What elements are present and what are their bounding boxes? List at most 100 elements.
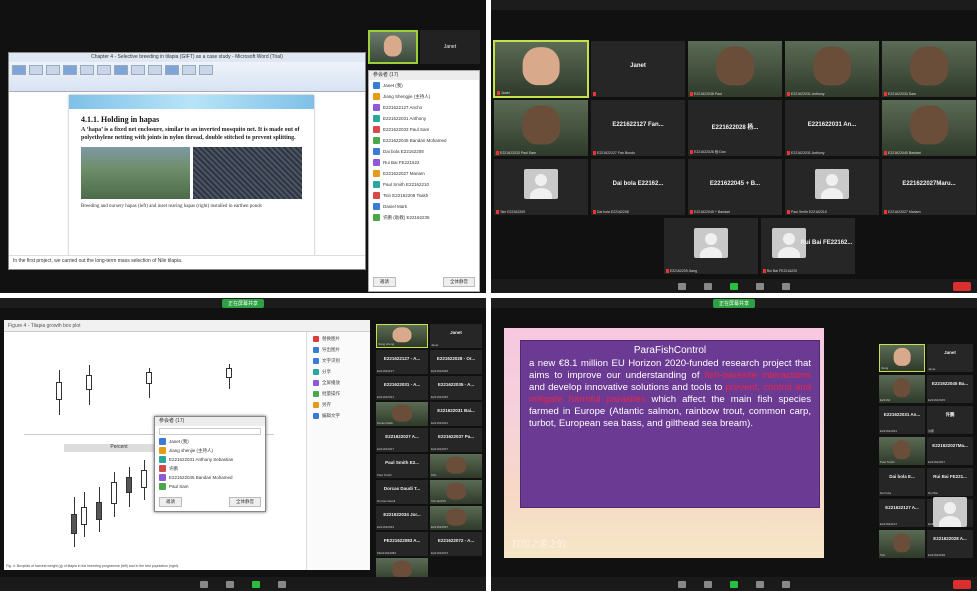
video-tile[interactable]: Rui Bai FE221... Rui Bai — [927, 468, 973, 496]
participant-row[interactable]: E221622127 Ancho — [369, 102, 479, 113]
chat-icon[interactable] — [782, 282, 790, 290]
video-tile[interactable]: Daniel Mark — [376, 402, 428, 426]
video-tile[interactable]: Tsin E22162209 — [493, 158, 589, 216]
participant-row[interactable]: Dai bola E22162208 — [369, 146, 479, 157]
invite-button[interactable]: 邀请 — [159, 497, 182, 507]
participants-icon[interactable] — [756, 282, 764, 290]
viewer-menu-item[interactable]: 替换图片 — [307, 332, 370, 343]
viewer-menu-item[interactable]: 导出图片 — [307, 343, 370, 354]
video-tile[interactable]: E221622027Maru... E221622027 Mariam — [881, 158, 977, 216]
mute-all-button[interactable]: 全体静音 — [229, 497, 261, 507]
participant-row[interactable]: Jiang Shengjie (主持人) — [369, 91, 479, 102]
participant-row[interactable]: Rui Bai FE221622 — [369, 157, 479, 168]
ribbon-button[interactable] — [46, 65, 60, 75]
viewer-menu-item[interactable]: 编辑文字 — [307, 409, 370, 420]
video-tile[interactable]: E221622127 - A... E221622127 — [376, 350, 428, 374]
video-tile[interactable]: E221622027Ma... E221622027 — [927, 437, 973, 465]
ribbon-button[interactable] — [97, 65, 111, 75]
record-icon[interactable] — [782, 580, 790, 588]
video-tile[interactable]: E22162 — [879, 375, 925, 403]
mic-icon[interactable] — [678, 282, 686, 290]
video-tile[interactable]: Tsin — [430, 454, 482, 478]
video-tile[interactable]: E2216 — [927, 496, 973, 527]
participant-row[interactable]: E221622045 Bandari Mohamed — [155, 473, 265, 482]
participant-row[interactable]: E221622031 Anthony — [369, 113, 479, 124]
video-tile[interactable]: Paul Smith E2... Paul Smith — [376, 454, 428, 478]
office-button-icon[interactable] — [12, 65, 26, 75]
ribbon-button[interactable] — [165, 65, 179, 75]
video-tile[interactable]: PE221622083 A... PE221622083 — [376, 532, 428, 556]
video-tile[interactable]: E221622028 A... E221622028 — [927, 530, 973, 558]
video-tile[interactable]: 许鹏 许鹏 — [927, 406, 973, 434]
video-tile[interactable]: E221622037 Pa... E221622037 — [430, 428, 482, 452]
mute-all-button[interactable]: 全体静音 — [443, 277, 475, 287]
camera-icon[interactable] — [704, 282, 712, 290]
sharing-indicator[interactable]: 正在屏幕共享 — [712, 298, 755, 308]
participant-row[interactable]: E221622045 Bandari Mohamed — [369, 135, 479, 146]
video-tile[interactable]: Jiang — [879, 344, 925, 372]
viewer-menu-item[interactable]: 全屏播放 — [307, 376, 370, 387]
video-tile[interactable]: E221622028 杨... E221622028 杨 Dan — [687, 99, 783, 157]
mic-icon[interactable] — [200, 580, 208, 588]
participant-row[interactable]: E221622031 Anthony Sebastian — [155, 455, 265, 464]
video-tile[interactable]: Janet — [590, 40, 686, 98]
end-meeting-button[interactable] — [953, 580, 971, 589]
ribbon-button[interactable] — [131, 65, 145, 75]
participants-icon[interactable] — [278, 580, 286, 588]
video-tile[interactable]: E221622031 - A... E221622031 — [376, 376, 428, 400]
video-tile[interactable]: E221622027 A... E221622027 — [376, 428, 428, 452]
viewer-menu-item[interactable]: 文字识别 — [307, 354, 370, 365]
participant-row[interactable]: Jiang shenjie (主持人) — [155, 446, 265, 455]
video-tile[interactable]: Jiang sheng — [376, 324, 428, 348]
video-tile[interactable]: E221622045 + B... E221622045 + Bandari — [687, 158, 783, 216]
video-tile[interactable]: Tsin E2216 — [430, 480, 482, 504]
video-tile[interactable]: Dai bola E22162... Dai bola E22162208 — [590, 158, 686, 216]
participant-row[interactable]: Paul Sam — [155, 482, 265, 491]
viewer-menu-item[interactable]: 分享 — [307, 365, 370, 376]
ribbon-button[interactable] — [80, 65, 94, 75]
participant-row[interactable]: Daniel Mark — [369, 201, 479, 212]
video-tile[interactable]: E22162239 Jiang — [662, 217, 759, 275]
participant-row[interactable]: Tsin E22162209 Tsakh — [369, 190, 479, 201]
video-tile[interactable]: Paul Smith E22162210 — [784, 158, 880, 216]
mic-icon[interactable] — [678, 580, 686, 588]
participant-row[interactable]: 许鹏 — [155, 464, 265, 473]
video-tile[interactable]: E221622038 Paul — [687, 40, 783, 98]
ribbon-button[interactable] — [114, 65, 128, 75]
participant-row[interactable]: Janet (我) — [155, 437, 265, 446]
video-tile[interactable]: Paul Smith — [879, 437, 925, 465]
video-tile[interactable]: E221622127 A... E221622127 — [879, 499, 925, 527]
participant-row[interactable]: E221622033 Paul Sam — [369, 124, 479, 135]
camera-icon[interactable] — [226, 580, 234, 588]
ribbon-button[interactable] — [182, 65, 196, 75]
share-screen-icon[interactable] — [730, 282, 738, 290]
video-tile[interactable]: E221622031 Bai... E221622031 — [430, 402, 482, 426]
video-tile[interactable]: E221622033 Paul Sam — [493, 99, 589, 157]
end-meeting-button[interactable] — [953, 282, 971, 291]
video-tile[interactable]: E221622034 Jor... E221622034 — [376, 506, 428, 530]
ribbon-button[interactable] — [63, 65, 77, 75]
video-tile[interactable]: E221622035 - A... E221622035 — [430, 376, 482, 400]
video-tile[interactable]: E221622031 An... E221622031 — [879, 406, 925, 434]
video-tile[interactable]: E221622028 - Or... E221622028 — [430, 350, 482, 374]
ribbon-button[interactable] — [29, 65, 43, 75]
video-tile[interactable]: Janet — [493, 40, 589, 98]
participants-icon[interactable] — [756, 580, 764, 588]
video-tile[interactable]: Dorcas Daudi T... Dorcas Daudi — [376, 480, 428, 504]
video-tile[interactable]: E221622045 Bandari — [881, 99, 977, 157]
participant-row[interactable]: Janet (我) — [369, 80, 479, 91]
video-tile[interactable]: E221622127 Fan... E221622127 Fan Bundo — [590, 99, 686, 157]
share-screen-icon[interactable] — [730, 580, 738, 588]
participant-row[interactable]: E221622027 Mariam — [369, 168, 479, 179]
video-tile[interactable]: Janet Janet — [927, 344, 973, 372]
video-tile[interactable]: E221622033 Sam — [881, 40, 977, 98]
video-tile[interactable]: Dai bola E... Dai bola — [879, 468, 925, 496]
ribbon-button[interactable] — [199, 65, 213, 75]
dialog-search-input[interactable] — [159, 428, 261, 435]
viewer-menu-item[interactable]: 另存 — [307, 398, 370, 409]
video-tile[interactable]: E221622031 Anthony — [784, 40, 880, 98]
video-tile[interactable]: Janet Janet — [430, 324, 482, 348]
camera-icon[interactable] — [704, 580, 712, 588]
ribbon-button[interactable] — [148, 65, 162, 75]
participant-row[interactable]: Paul Smith E22162210 — [369, 179, 479, 190]
